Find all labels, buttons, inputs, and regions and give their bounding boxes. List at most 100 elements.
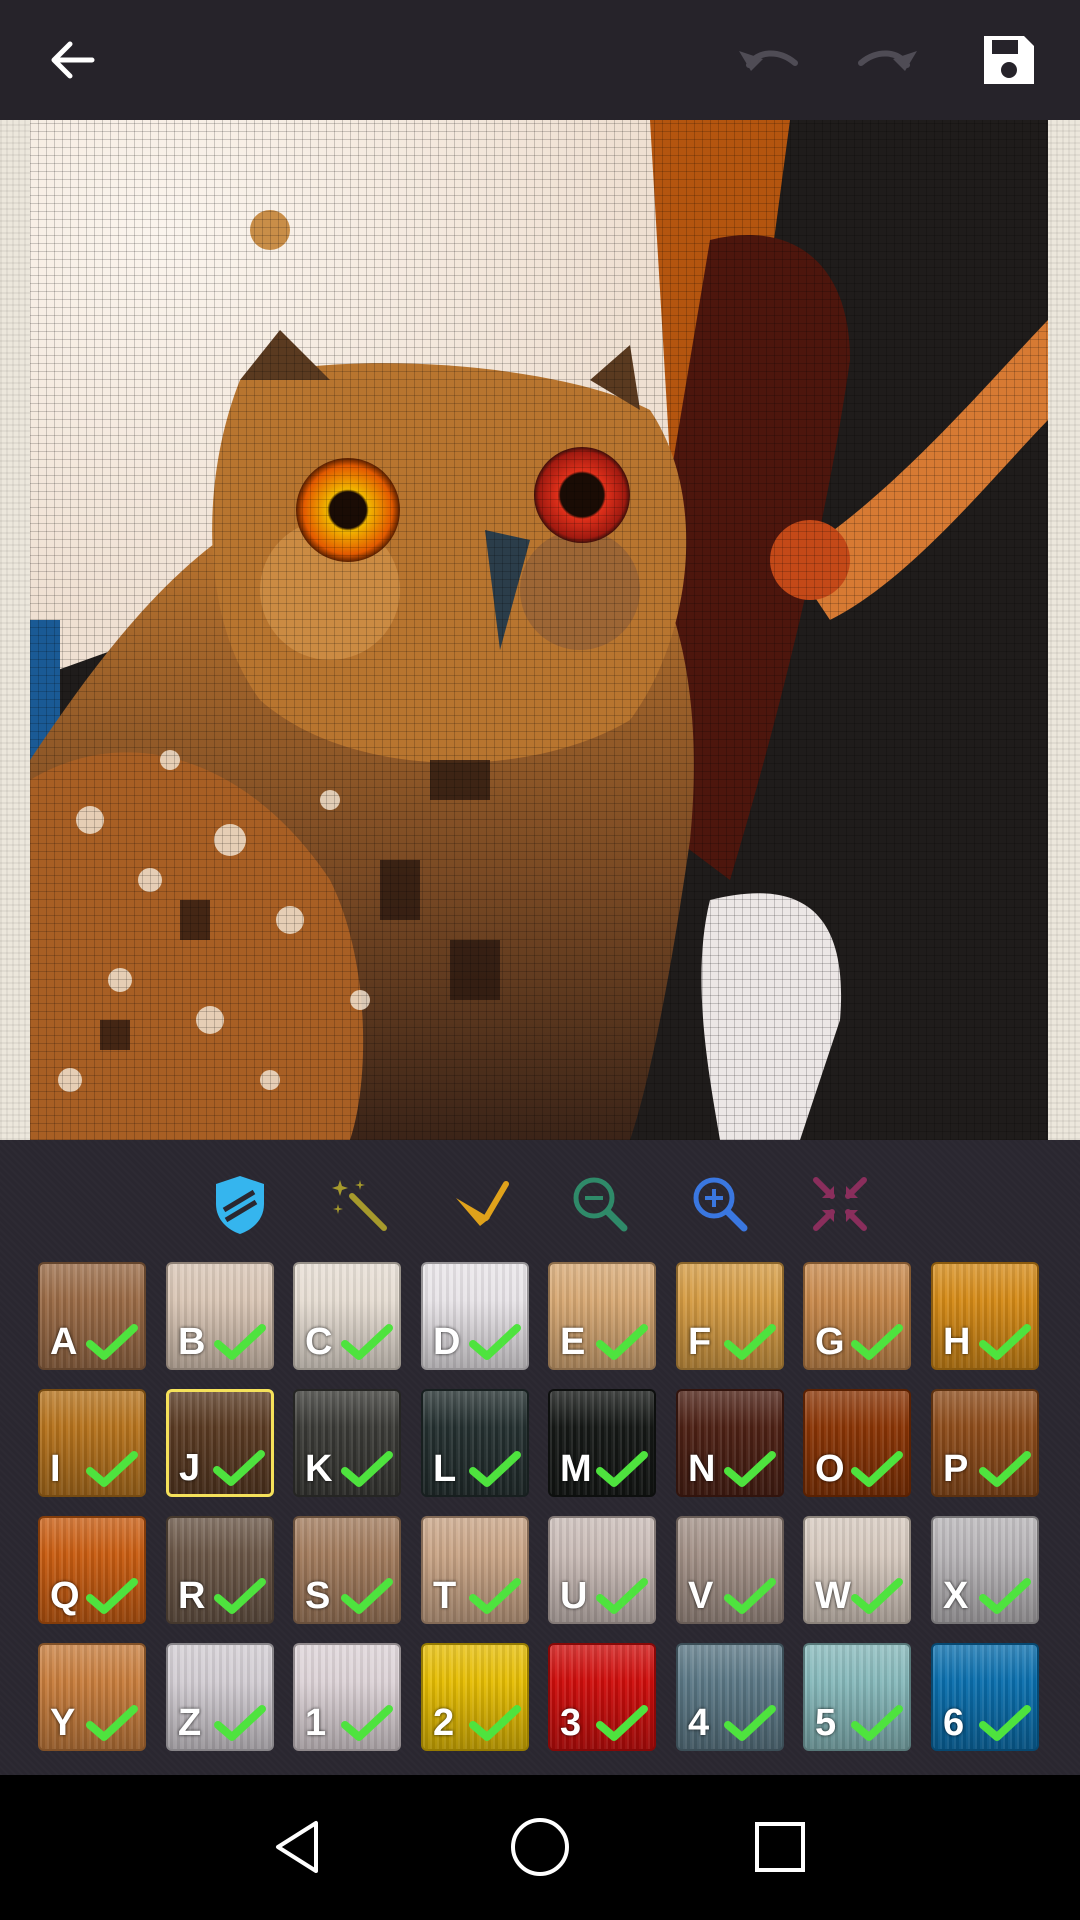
color-swatch-g[interactable]: G [803, 1262, 911, 1370]
back-button[interactable] [34, 22, 110, 98]
swatch-label: Q [50, 1575, 80, 1617]
swatch-label: K [305, 1448, 333, 1490]
swatch-label: N [688, 1448, 716, 1490]
swatch-label: M [560, 1448, 592, 1490]
color-swatch-v[interactable]: V [676, 1516, 784, 1624]
swatch-label: 6 [943, 1702, 965, 1744]
color-swatch-x[interactable]: X [931, 1516, 1039, 1624]
color-swatch-u[interactable]: U [548, 1516, 656, 1624]
nav-recents-button[interactable] [744, 1811, 816, 1883]
color-swatch-f[interactable]: F [676, 1262, 784, 1370]
color-swatch-q[interactable]: Q [38, 1516, 146, 1624]
color-swatch-y[interactable]: Y [38, 1643, 146, 1751]
color-swatch-t[interactable]: T [421, 1516, 529, 1624]
redo-button[interactable] [850, 22, 926, 98]
checkmark-icon [86, 1578, 138, 1614]
color-swatch-1[interactable]: 1 [293, 1643, 401, 1751]
color-swatch-a[interactable]: A [38, 1262, 146, 1370]
swatch-label: P [943, 1448, 969, 1490]
zoom-in-icon [693, 1177, 748, 1232]
swatch-label: U [560, 1575, 588, 1617]
swatch-label: D [433, 1321, 461, 1363]
checkmark-icon [851, 1578, 903, 1614]
checkmark-icon [724, 1324, 776, 1360]
swatch-label: 1 [305, 1702, 327, 1744]
color-swatch-o[interactable]: O [803, 1389, 911, 1497]
owl-mosaic-image [30, 120, 1048, 1140]
color-swatch-3[interactable]: 3 [548, 1643, 656, 1751]
checkmark-icon [596, 1705, 648, 1741]
nav-back-button[interactable] [264, 1811, 336, 1883]
color-swatch-w[interactable]: W [803, 1516, 911, 1624]
checkmark-icon [979, 1324, 1031, 1360]
swatch-label: E [560, 1321, 586, 1363]
swatch-label: C [305, 1321, 333, 1363]
color-swatch-6[interactable]: 6 [931, 1643, 1039, 1751]
color-swatch-z[interactable]: Z [166, 1643, 274, 1751]
checkmark-icon [341, 1324, 393, 1360]
color-swatch-h[interactable]: H [931, 1262, 1039, 1370]
zoom-out-button[interactable] [560, 1164, 640, 1244]
color-swatch-j[interactable]: J [166, 1389, 274, 1497]
color-swatch-b[interactable]: B [166, 1262, 274, 1370]
color-swatch-r[interactable]: R [166, 1516, 274, 1624]
fit-screen-icon [813, 1177, 867, 1231]
checkmark-icon [86, 1705, 138, 1741]
color-swatch-p[interactable]: P [931, 1389, 1039, 1497]
color-swatch-2[interactable]: 2 [421, 1643, 529, 1751]
swatch-label: 5 [815, 1702, 837, 1744]
canvas-area[interactable] [0, 120, 1080, 1140]
swatch-label: X [943, 1575, 969, 1617]
swatch-label: R [178, 1575, 206, 1617]
shield-tool-button[interactable] [200, 1164, 280, 1244]
color-swatch-i[interactable]: I [38, 1389, 146, 1497]
fit-screen-button[interactable] [800, 1164, 880, 1244]
checkmark-icon [214, 1578, 266, 1614]
color-swatch-c[interactable]: C [293, 1262, 401, 1370]
back-arrow-icon [51, 41, 95, 79]
swatch-label: O [815, 1448, 845, 1490]
undo-button[interactable] [730, 22, 806, 98]
diamond-painting-canvas[interactable] [30, 120, 1048, 1140]
checkmark-icon [979, 1451, 1031, 1487]
swatch-label: L [433, 1448, 457, 1490]
color-swatch-m[interactable]: M [548, 1389, 656, 1497]
swatch-label: G [815, 1321, 845, 1363]
nav-home-icon [511, 1818, 569, 1876]
checkmark-icon [341, 1705, 393, 1741]
checkmark-icon [341, 1578, 393, 1614]
nav-recents-icon [755, 1822, 805, 1872]
checkmark-icon [596, 1578, 648, 1614]
checkmark-icon [213, 1450, 265, 1486]
tool-bar [0, 1164, 1080, 1244]
color-swatch-e[interactable]: E [548, 1262, 656, 1370]
magic-wand-button[interactable] [320, 1164, 400, 1244]
checkmark-icon [469, 1451, 521, 1487]
checkmark-icon [979, 1705, 1031, 1741]
save-button[interactable] [970, 22, 1046, 98]
swatch-label: T [433, 1575, 457, 1617]
pen-applicator-button[interactable] [440, 1164, 520, 1244]
color-swatch-s[interactable]: S [293, 1516, 401, 1624]
swatch-label: V [688, 1575, 714, 1617]
pen-applicator-icon [456, 1181, 509, 1226]
color-swatch-4[interactable]: 4 [676, 1643, 784, 1751]
swatch-label: H [943, 1321, 971, 1363]
swatch-label: 4 [688, 1702, 710, 1744]
nav-home-button[interactable] [504, 1811, 576, 1883]
color-swatch-k[interactable]: K [293, 1389, 401, 1497]
checkmark-icon [724, 1705, 776, 1741]
color-swatch-l[interactable]: L [421, 1389, 529, 1497]
zoom-in-button[interactable] [680, 1164, 760, 1244]
color-swatch-5[interactable]: 5 [803, 1643, 911, 1751]
color-swatch-n[interactable]: N [676, 1389, 784, 1497]
swatch-label: 2 [433, 1702, 455, 1744]
swatch-label: W [815, 1575, 851, 1617]
checkmark-icon [979, 1578, 1031, 1614]
redo-icon [858, 50, 917, 71]
color-swatch-d[interactable]: D [421, 1262, 529, 1370]
checkmark-icon [851, 1705, 903, 1741]
tool-panel: A B C D E F G H I J K L M N O P Q R S T U V W X Y Z 1 2 3 4 5 6 [0, 1140, 1080, 1775]
swatch-label: I [50, 1448, 61, 1490]
checkmark-icon [596, 1451, 648, 1487]
